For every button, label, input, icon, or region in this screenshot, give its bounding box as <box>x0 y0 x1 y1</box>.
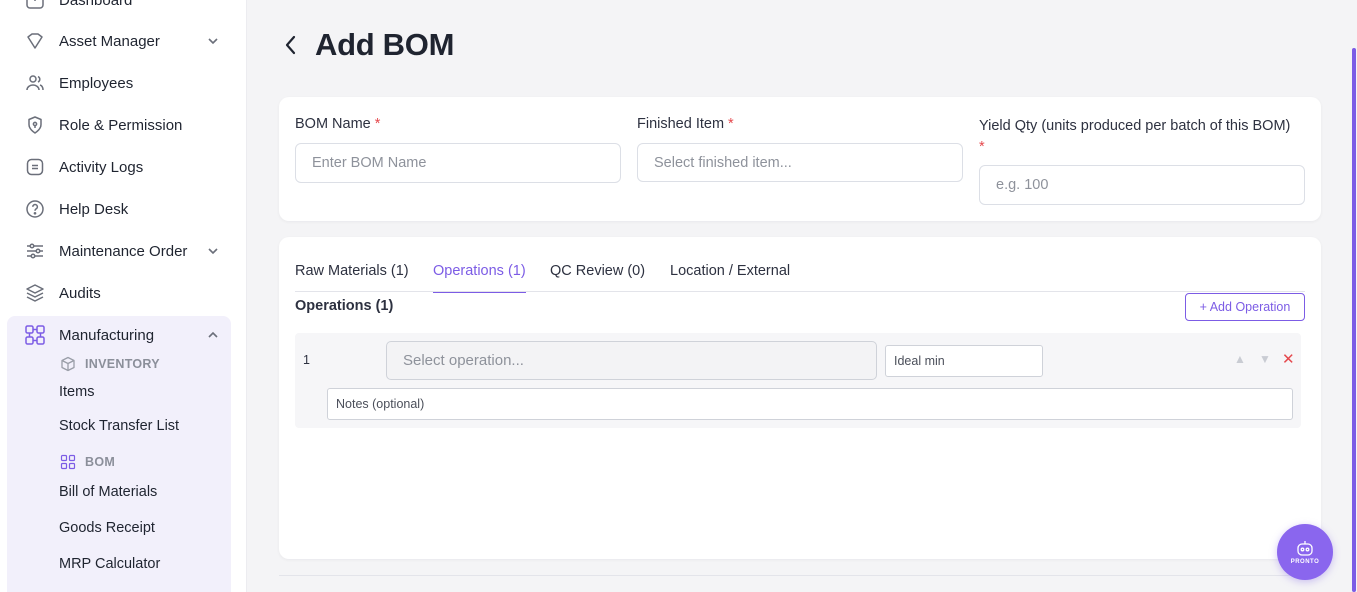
sliders-icon <box>24 240 46 262</box>
finished-item-label: Finished Item * <box>637 116 734 132</box>
layers-icon <box>24 282 46 304</box>
add-operation-button[interactable]: + Add Operation <box>1185 293 1305 321</box>
operation-notes-input[interactable] <box>327 388 1293 420</box>
page-scrollbar[interactable] <box>1352 48 1356 592</box>
document-icon <box>24 156 46 178</box>
sidebar-subitem-bill-of-materials[interactable]: Bill of Materials <box>59 484 157 500</box>
sidebar-subitem-items[interactable]: Items <box>59 384 94 400</box>
users-icon <box>24 72 46 94</box>
move-down-icon[interactable]: ▼ <box>1259 352 1271 366</box>
yield-qty-input[interactable] <box>979 165 1305 205</box>
remove-operation-icon[interactable]: ✕ <box>1282 350 1295 368</box>
sidebar-item-dashboard[interactable]: Dashboard <box>24 0 224 12</box>
help-icon <box>24 198 46 220</box>
dashboard-icon <box>24 0 46 11</box>
sidebar-subitem-goods-receipt[interactable]: Goods Receipt <box>59 520 155 536</box>
sidebar-item-role-permission[interactable]: Role & Permission <box>24 113 224 137</box>
sidebar-item-audits[interactable]: Audits <box>24 281 224 305</box>
tab-location-external[interactable]: Location / External <box>670 263 790 293</box>
sidebar-item-label: Asset Manager <box>59 32 160 50</box>
sidebar-item-activity-logs[interactable]: Activity Logs <box>24 155 224 179</box>
sidebar-item-label: Help Desk <box>59 200 129 218</box>
sidebar-item-maintenance-order[interactable]: Maintenance Order <box>24 239 224 263</box>
page-title: Add BOM <box>315 27 455 62</box>
grid-icon <box>60 454 76 470</box>
operations-title: Operations (1) <box>295 298 394 314</box>
finished-item-select[interactable] <box>637 143 963 182</box>
sidebar-item-label: Manufacturing <box>59 326 155 344</box>
required-marker: * <box>728 116 734 132</box>
chevron-down-icon[interactable] <box>206 34 220 48</box>
bom-name-label: BOM Name * <box>295 116 381 132</box>
sidebar-item-help-desk[interactable]: Help Desk <box>24 197 224 221</box>
chevron-up-icon[interactable] <box>206 328 220 342</box>
move-up-icon[interactable]: ▲ <box>1234 352 1246 366</box>
sidebar-subitem-mrp-calculator[interactable]: MRP Calculator <box>59 556 160 572</box>
tab-divider <box>295 291 1305 292</box>
footer-divider <box>279 575 1321 576</box>
sidebar-item-asset-manager[interactable]: Asset Manager <box>24 29 224 53</box>
sidebar-item-employees[interactable]: Employees <box>24 71 224 95</box>
operation-select[interactable]: Select operation... <box>386 341 877 380</box>
grid-icon <box>24 324 46 346</box>
sidebar-item-label: Dashboard <box>59 0 133 9</box>
assistant-fab[interactable]: PRONTO <box>1277 524 1333 580</box>
back-arrow-icon[interactable] <box>283 34 299 56</box>
inventory-heading: INVENTORY <box>60 355 160 373</box>
required-marker: * <box>374 116 381 132</box>
sidebar-item-label: Role & Permission <box>59 116 183 134</box>
tab-raw-materials[interactable]: Raw Materials (1) <box>295 263 409 293</box>
operation-row-number: 1 <box>303 353 310 367</box>
assistant-label: PRONTO <box>1290 558 1320 565</box>
shield-icon <box>24 114 46 136</box>
yield-qty-label: Yield Qty (units produced per batch of t… <box>979 118 1291 155</box>
bom-name-input[interactable] <box>295 143 621 183</box>
tab-operations[interactable]: Operations (1) <box>433 263 526 293</box>
box-icon <box>60 356 76 372</box>
sidebar: Dashboard Asset Manager Employees Role &… <box>0 0 247 592</box>
sidebar-item-label: Maintenance Order <box>59 242 188 260</box>
sidebar-item-label: Employees <box>59 74 134 92</box>
ideal-min-input[interactable] <box>885 345 1043 377</box>
sidebar-subitem-stock-transfer-list[interactable]: Stock Transfer List <box>59 418 179 434</box>
tab-qc-review[interactable]: QC Review (0) <box>550 263 645 293</box>
tag-icon <box>24 30 46 52</box>
required-marker: * <box>979 139 985 155</box>
robot-icon <box>1297 540 1313 556</box>
sidebar-item-manufacturing[interactable]: Manufacturing <box>24 323 224 347</box>
sidebar-item-label: Activity Logs <box>59 158 144 176</box>
bom-heading: BOM <box>60 453 115 471</box>
chevron-down-icon[interactable] <box>206 244 220 258</box>
sidebar-item-label: Audits <box>59 284 101 302</box>
